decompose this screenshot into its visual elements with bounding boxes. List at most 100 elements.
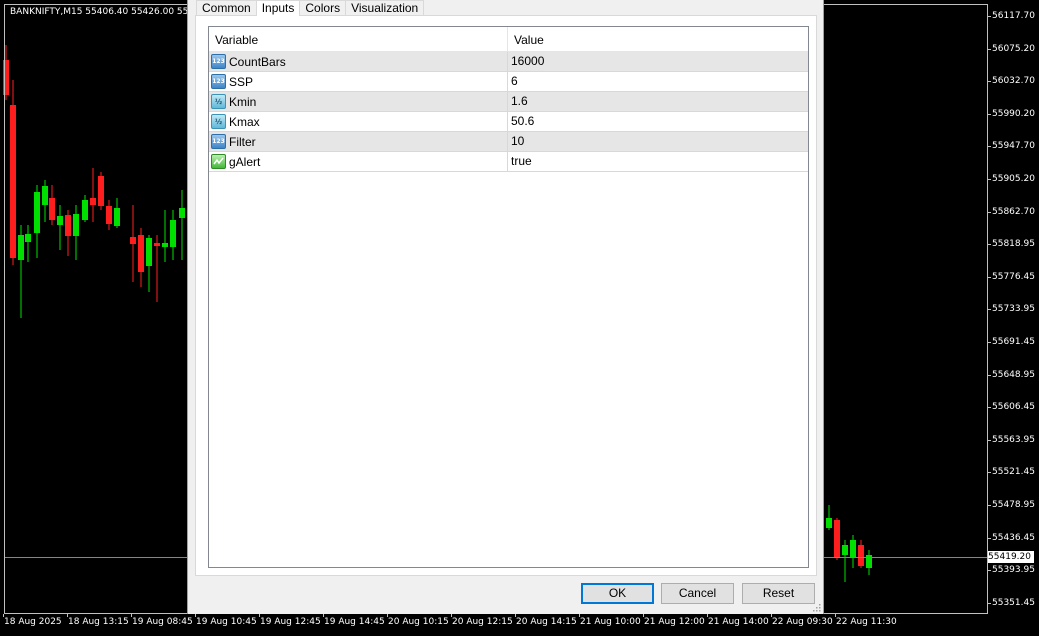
time-axis[interactable]: 18 Aug 2025 18 Aug 13:15 19 Aug 08:45 19 Au… — [0, 614, 987, 636]
column-header-value[interactable]: Value — [508, 27, 808, 52]
time-label: 19 Aug 10:45 — [196, 617, 257, 627]
integer-type-icon: 123 — [211, 74, 226, 89]
candle-body — [138, 235, 144, 272]
price-tick — [988, 439, 991, 441]
variable-cell: 123 SSP — [209, 72, 508, 91]
variable-cell: gAlert — [209, 152, 508, 171]
time-label: 22 Aug 09:30 — [772, 617, 833, 627]
price-label: 55436.45 — [992, 532, 1035, 543]
candle-body — [162, 243, 168, 247]
time-label: 19 Aug 12:45 — [260, 617, 321, 627]
column-header-variable[interactable]: Variable — [209, 27, 508, 52]
time-label: 18 Aug 2025 — [4, 617, 62, 627]
inputs-grid: Variable Value 123 CountBars 16000 123 S… — [208, 26, 809, 568]
price-label: 55393.95 — [992, 565, 1035, 576]
cancel-button[interactable]: Cancel — [661, 583, 734, 604]
price-tick — [988, 48, 991, 50]
time-label: 20 Aug 10:15 — [388, 617, 449, 627]
value-cell[interactable]: 16000 — [508, 52, 808, 71]
candle-body — [834, 520, 840, 558]
price-tick — [988, 179, 991, 180]
candle-body — [82, 200, 88, 220]
price-axis[interactable]: 56117.70 56075.20 56032.70 55990.20 55947.70… — [987, 4, 1039, 614]
price-tick — [988, 211, 991, 213]
time-label: 19 Aug 14:45 — [324, 617, 385, 627]
price-tick — [988, 505, 991, 506]
tab-colors[interactable]: Colors — [299, 0, 347, 15]
price-label: 56075.20 — [992, 43, 1035, 54]
resize-grip-icon[interactable] — [811, 602, 821, 612]
grid-header: Variable Value — [209, 27, 808, 52]
candle-body — [114, 208, 120, 226]
input-row-galert[interactable]: gAlert true — [209, 152, 808, 172]
price-tick — [988, 16, 991, 17]
price-label: 55521.45 — [992, 467, 1035, 478]
input-row-filter[interactable]: 123 Filter 10 — [209, 132, 808, 152]
price-label: 55478.95 — [992, 500, 1035, 510]
candle-body — [842, 545, 848, 555]
reset-button[interactable]: Reset — [742, 583, 815, 604]
variable-name: Kmin — [229, 94, 257, 109]
grid-rows: 123 CountBars 16000 123 SSP 6 ½ Kmin 1.6… — [209, 52, 808, 172]
candle-body — [34, 192, 40, 233]
boolean-type-icon — [211, 154, 226, 169]
price-label: 55351.45 — [992, 597, 1035, 608]
price-tick — [988, 374, 991, 376]
double-type-icon: ½ — [211, 114, 226, 129]
price-label: 55563.95 — [992, 434, 1035, 445]
tab-strip: Common Inputs Colors Visualization — [196, 0, 425, 16]
price-label: 55905.20 — [992, 174, 1035, 184]
tab-common[interactable]: Common — [196, 0, 257, 15]
candle-body — [42, 186, 48, 205]
candle-body — [858, 545, 864, 566]
candle-body — [57, 216, 63, 225]
candle-body — [130, 237, 136, 244]
candle-body — [826, 518, 832, 528]
variable-name: Filter — [229, 134, 256, 149]
value-cell[interactable]: 50.6 — [508, 112, 808, 131]
tab-inputs[interactable]: Inputs — [255, 0, 301, 16]
variable-name: SSP — [229, 74, 254, 89]
price-label: 55947.70 — [992, 141, 1035, 152]
input-row-countbars[interactable]: 123 CountBars 16000 — [209, 52, 808, 72]
candle-body — [25, 234, 31, 242]
input-row-kmax[interactable]: ½ Kmax 50.6 — [209, 112, 808, 132]
price-label: 55818.95 — [992, 239, 1035, 250]
candle-body — [65, 215, 71, 236]
indicator-properties-dialog: Common Inputs Colors Visualization Varia… — [187, 0, 824, 614]
value-cell[interactable]: 1.6 — [508, 92, 808, 111]
input-row-kmin[interactable]: ½ Kmin 1.6 — [209, 92, 808, 112]
tab-visualization[interactable]: Visualization — [345, 0, 425, 15]
price-label: 55733.95 — [992, 304, 1035, 315]
ok-button[interactable]: OK — [581, 583, 654, 604]
candle-body — [170, 220, 176, 247]
value-cell[interactable]: 6 — [508, 72, 808, 91]
time-label: 20 Aug 14:15 — [516, 617, 577, 627]
variable-cell: ½ Kmin — [209, 92, 508, 111]
price-label: 55776.45 — [992, 271, 1035, 282]
price-tick — [988, 342, 991, 343]
value-cell[interactable]: 10 — [508, 132, 808, 151]
variable-cell: 123 CountBars — [209, 52, 508, 71]
input-row-ssp[interactable]: 123 SSP 6 — [209, 72, 808, 92]
variable-cell: 123 Filter — [209, 132, 508, 151]
integer-type-icon: 123 — [211, 54, 226, 69]
candle-body — [49, 198, 55, 220]
candle-body — [179, 208, 185, 218]
price-tick — [988, 244, 991, 246]
candle-body — [73, 214, 79, 236]
chart-title: BANKNIFTY,M15 55406.40 55426.00 554 — [10, 7, 195, 17]
time-label: 21 Aug 14:00 — [708, 617, 769, 627]
price-label: 55691.45 — [992, 337, 1035, 347]
price-tick — [988, 602, 991, 604]
time-label: 19 Aug 08:45 — [132, 617, 193, 627]
value-cell[interactable]: true — [508, 152, 808, 171]
integer-type-icon: 123 — [211, 134, 226, 149]
candle-body — [10, 105, 16, 258]
price-tick — [988, 81, 991, 83]
double-type-icon: ½ — [211, 94, 226, 109]
price-label: 56117.70 — [992, 11, 1035, 21]
time-label: 18 Aug 13:15 — [68, 617, 129, 627]
candle-body — [3, 60, 9, 95]
price-label: 55862.70 — [992, 206, 1035, 217]
